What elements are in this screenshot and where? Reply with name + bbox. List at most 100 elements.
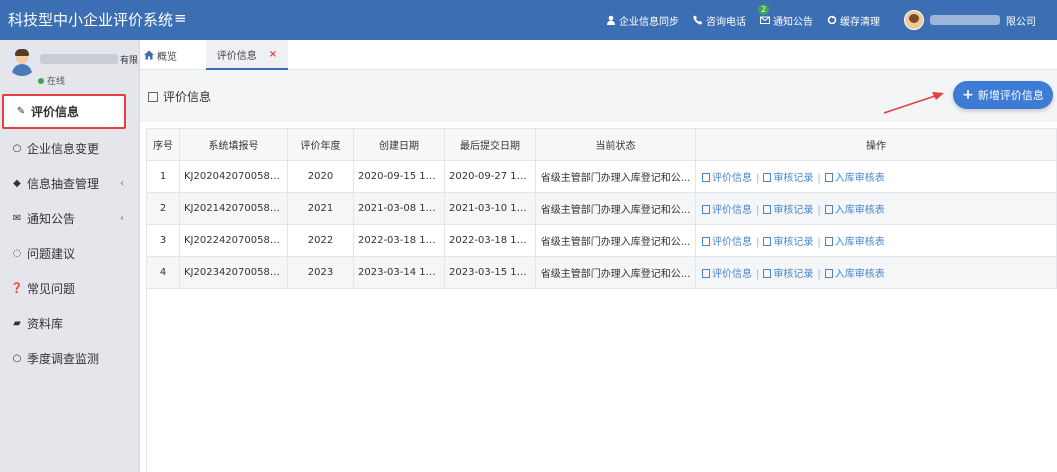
- audit-record-link[interactable]: 审核记录: [763, 205, 813, 216]
- clear-cache-button[interactable]: 缓存清理: [827, 13, 880, 28]
- clear-cache-label: 缓存清理: [840, 16, 880, 28]
- cell-index: 1: [146, 160, 180, 193]
- sidebar-item-label: 通知公告: [27, 212, 76, 226]
- action-label: 入库审核表: [834, 269, 885, 280]
- phone-icon: [693, 15, 703, 25]
- online-status: 在线: [38, 74, 65, 87]
- sidebar-item-notices[interactable]: ✉ 通知公告 ‹: [0, 201, 140, 236]
- cell-index: 4: [146, 256, 180, 289]
- sidebar-item-library[interactable]: ▰ 资料库: [0, 306, 140, 341]
- audit-record-link[interactable]: 审核记录: [763, 269, 813, 280]
- cell-actions: 评价信息 | 审核记录 | 入库审核表: [695, 160, 1057, 193]
- tab-bar: 概览 评价信息 ×: [140, 40, 1057, 70]
- top-actions: 企业信息同步 咨询电话 2 通知公告 缓存清理 限公司: [606, 0, 1036, 40]
- cell-created: 2021-03-08 15:23: [353, 192, 445, 225]
- cell-year: 2020: [287, 160, 354, 193]
- action-label: 审核记录: [773, 237, 814, 248]
- sidebar: 有限 在线 ✎ 评价信息 ○ 企业信息变更 ◆ 信息抽查管理 ‹ ✉ 通知公告 …: [0, 40, 140, 472]
- action-label: 审核记录: [773, 205, 814, 216]
- storage-audit-form-link[interactable]: 入库审核表: [824, 205, 885, 216]
- top-bar: 科技型中小企业评价系统 ≡ 企业信息同步 咨询电话 2 通知公告 缓存清理 限公…: [0, 0, 1057, 40]
- page-title: 评价信息: [148, 88, 211, 105]
- plus-icon: +: [962, 87, 974, 103]
- tab-evaluation-info[interactable]: 评价信息 ×: [206, 40, 288, 70]
- document-icon: [702, 269, 710, 278]
- storage-audit-form-link[interactable]: 入库审核表: [824, 269, 885, 280]
- envelope-icon: ✉: [12, 213, 22, 224]
- form-icon: [824, 205, 833, 214]
- header-year: 评价年度: [287, 128, 354, 161]
- user-menu[interactable]: 限公司: [904, 10, 1036, 30]
- annotation-arrow-icon: [883, 92, 944, 114]
- status-dot-icon: [38, 77, 44, 84]
- view-evaluation-link[interactable]: 评价信息: [702, 173, 752, 184]
- cell-year: 2023: [287, 256, 354, 289]
- cell-last-submit: 2022-03-18 16:26:...: [444, 224, 536, 257]
- close-icon[interactable]: ×: [269, 49, 277, 60]
- separator: |: [817, 237, 821, 248]
- header-actions: 操作: [695, 128, 1057, 161]
- user-name-suffix: 限公司: [1006, 16, 1036, 28]
- sync-company-info-label: 企业信息同步: [619, 16, 679, 28]
- sidebar-nav: ✎ 评价信息 ○ 企业信息变更 ◆ 信息抽查管理 ‹ ✉ 通知公告 ‹ ◌ 问题…: [0, 92, 140, 376]
- separator: |: [817, 205, 821, 216]
- checklist-icon: [763, 173, 772, 182]
- comment-icon: ◌: [12, 248, 22, 259]
- audit-record-link[interactable]: 审核记录: [763, 237, 813, 248]
- sidebar-item-label: 企业信息变更: [27, 142, 100, 156]
- cell-actions: 评价信息 | 审核记录 | 入库审核表: [695, 224, 1057, 257]
- sidebar-item-label: 信息抽查管理: [27, 177, 100, 191]
- sync-company-info-button[interactable]: 企业信息同步: [606, 13, 679, 28]
- cell-index: 2: [146, 192, 180, 225]
- cell-created: 2023-03-14 14:26: [353, 256, 445, 289]
- separator: |: [817, 173, 821, 184]
- tab-overview[interactable]: 概览: [144, 40, 177, 70]
- sidebar-item-suggestions[interactable]: ◌ 问题建议: [0, 236, 140, 271]
- storage-audit-form-link[interactable]: 入库审核表: [824, 173, 885, 184]
- separator: |: [756, 205, 760, 216]
- action-label: 入库审核表: [834, 205, 885, 216]
- header-status: 当前状态: [535, 128, 696, 161]
- checklist-icon: [763, 269, 772, 278]
- cell-report-no: KJ20234207005882​3...: [179, 256, 288, 289]
- table-left-border: [146, 128, 147, 472]
- checklist-icon: [763, 205, 772, 214]
- sidebar-item-faq[interactable]: ❓ 常见问题: [0, 271, 140, 306]
- user-icon: [607, 15, 615, 25]
- cell-report-no: KJ20214207005882​3...: [179, 192, 288, 225]
- separator: |: [756, 237, 760, 248]
- cell-last-submit: 2020-09-27 17:31:...: [444, 160, 536, 193]
- table-row: 3 KJ20224207005882​3... 2022 2022-03-18 15:…: [146, 224, 1057, 257]
- audit-record-link[interactable]: 审核记录: [763, 173, 813, 184]
- cell-created: 2020-09-15 10:47: [353, 160, 445, 193]
- mail-icon: [760, 16, 770, 24]
- hamburger-icon[interactable]: ≡: [174, 9, 187, 27]
- action-label: 入库审核表: [834, 237, 885, 248]
- view-evaluation-link[interactable]: 评价信息: [702, 237, 752, 248]
- action-label: 审核记录: [773, 269, 814, 280]
- table-row: 1 KJ20204207005882​3... 2020 2020-09-15 10:…: [146, 160, 1057, 193]
- hotline-label: 咨询电话: [706, 16, 746, 28]
- sidebar-item-quarterly-survey[interactable]: ○ 季度调查监测: [0, 341, 140, 376]
- storage-audit-form-link[interactable]: 入库审核表: [824, 237, 885, 248]
- sidebar-item-evaluation-info[interactable]: ✎ 评价信息: [2, 94, 126, 129]
- hotline-button[interactable]: 咨询电话: [693, 13, 746, 28]
- header-created: 创建日期: [353, 128, 445, 161]
- chevron-left-icon: ‹: [120, 213, 124, 224]
- sidebar-item-company-change[interactable]: ○ 企业信息变更: [0, 131, 140, 166]
- question-icon: ❓: [10, 283, 24, 294]
- cell-actions: 评价信息 | 审核记录 | 入库审核表: [695, 256, 1057, 289]
- table-header-row: 序号 系统填报号 评价年度 创建日期 最后提交日期 当前状态 操作: [146, 128, 1057, 161]
- view-evaluation-link[interactable]: 评价信息: [702, 205, 752, 216]
- profile: 有限 在线: [0, 40, 140, 92]
- cell-index: 3: [146, 224, 180, 257]
- action-label: 评价信息: [712, 173, 752, 184]
- cell-status: 省级主管部门办理入库登记和公...: [535, 224, 696, 257]
- add-evaluation-button[interactable]: + 新增评价信息: [953, 81, 1053, 109]
- page-title-text: 评价信息: [163, 90, 212, 104]
- sidebar-item-label: 资料库: [27, 317, 64, 331]
- notice-button[interactable]: 2 通知公告: [758, 3, 813, 28]
- sidebar-item-label: 评价信息: [31, 105, 80, 119]
- sidebar-item-spot-check[interactable]: ◆ 信息抽查管理 ‹: [0, 166, 140, 201]
- view-evaluation-link[interactable]: 评价信息: [702, 269, 752, 280]
